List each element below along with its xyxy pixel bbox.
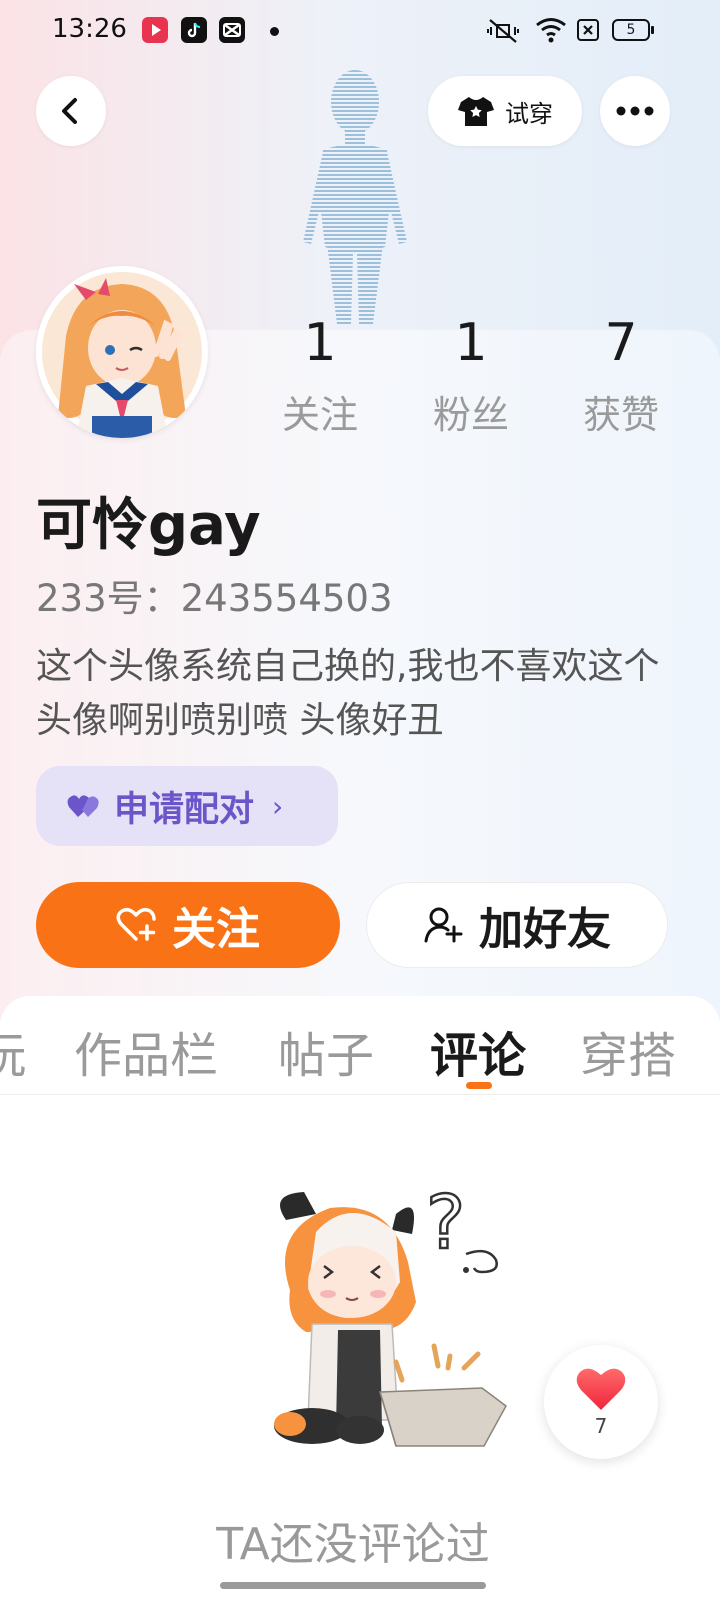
stat-likes-count: 7 xyxy=(604,313,638,373)
stat-following-label: 关注 xyxy=(281,393,358,437)
username: 可怜gay xyxy=(36,493,261,558)
tab-outfits[interactable]: 穿搭 xyxy=(580,1016,676,1086)
like-floating-button[interactable]: 7 xyxy=(544,1345,658,1459)
request-pair-label: 申请配对 xyxy=(114,789,255,830)
active-tab-indicator xyxy=(466,1082,492,1089)
avatar-hologram-figure xyxy=(303,70,407,324)
battery-indicator: 5 xyxy=(612,19,654,41)
tiktok-icon xyxy=(181,17,207,43)
stat-likes[interactable]: 7 获赞 xyxy=(551,310,691,439)
more-dots-icon xyxy=(616,106,654,116)
add-friend-button[interactable]: 加好友 xyxy=(366,882,668,968)
status-time: 13:26 xyxy=(52,14,127,44)
sim-off-icon xyxy=(576,16,600,48)
content-tabs: 玩 作品栏 帖子 评论 穿搭 xyxy=(0,996,720,1095)
empty-state-text: TA还没评论过 xyxy=(216,1519,490,1570)
like-count: 7 xyxy=(594,1414,608,1438)
home-indicator[interactable] xyxy=(220,1582,486,1589)
tab-comments[interactable]: 评论 xyxy=(430,1016,526,1086)
stat-fans[interactable]: 1 粉丝 xyxy=(401,310,541,439)
more-button[interactable] xyxy=(600,76,670,146)
capcut-icon xyxy=(219,17,245,43)
svg-text:?: ? xyxy=(426,1180,465,1266)
try-on-label: 试穿 xyxy=(505,99,553,128)
double-heart-icon xyxy=(67,795,99,817)
tab-posts[interactable]: 帖子 xyxy=(278,1016,374,1086)
avatar[interactable] xyxy=(36,266,208,438)
video-app-icon xyxy=(142,17,168,43)
status-bar: 13:26 5 xyxy=(0,0,720,64)
user-bio: 这个头像系统自己换的,我也不喜欢这个头像啊别喷别喷 头像好丑 xyxy=(36,646,660,741)
heart-icon xyxy=(576,1368,626,1410)
stat-following[interactable]: 1 关注 xyxy=(250,310,390,439)
notification-dot xyxy=(270,27,279,36)
back-button[interactable] xyxy=(36,76,106,146)
request-pair-button[interactable]: 申请配对 › xyxy=(36,766,338,846)
tshirt-icon xyxy=(458,97,494,126)
stat-fans-label: 粉丝 xyxy=(432,393,509,437)
heart-plus-icon xyxy=(116,907,156,941)
tab-works[interactable]: 作品栏 xyxy=(74,1016,218,1086)
chevron-left-icon xyxy=(62,98,77,124)
stat-likes-label: 获赞 xyxy=(582,393,659,437)
add-friend-label: 加好友 xyxy=(479,904,611,955)
tab-play[interactable]: 玩 xyxy=(0,1016,26,1086)
follow-button[interactable]: 关注 xyxy=(36,882,340,968)
user-id: 233号：243554503 xyxy=(36,577,393,620)
wifi-icon xyxy=(534,16,568,48)
follow-label: 关注 xyxy=(172,904,260,955)
stat-fans-count: 1 xyxy=(454,313,488,373)
chevron-right-icon: › xyxy=(272,789,284,823)
stat-following-count: 1 xyxy=(303,313,337,373)
mute-vibrate-icon xyxy=(486,16,520,50)
empty-state-illustration: ? xyxy=(274,1179,507,1447)
add-user-icon xyxy=(424,907,463,943)
try-on-button[interactable]: 试穿 xyxy=(428,76,582,146)
